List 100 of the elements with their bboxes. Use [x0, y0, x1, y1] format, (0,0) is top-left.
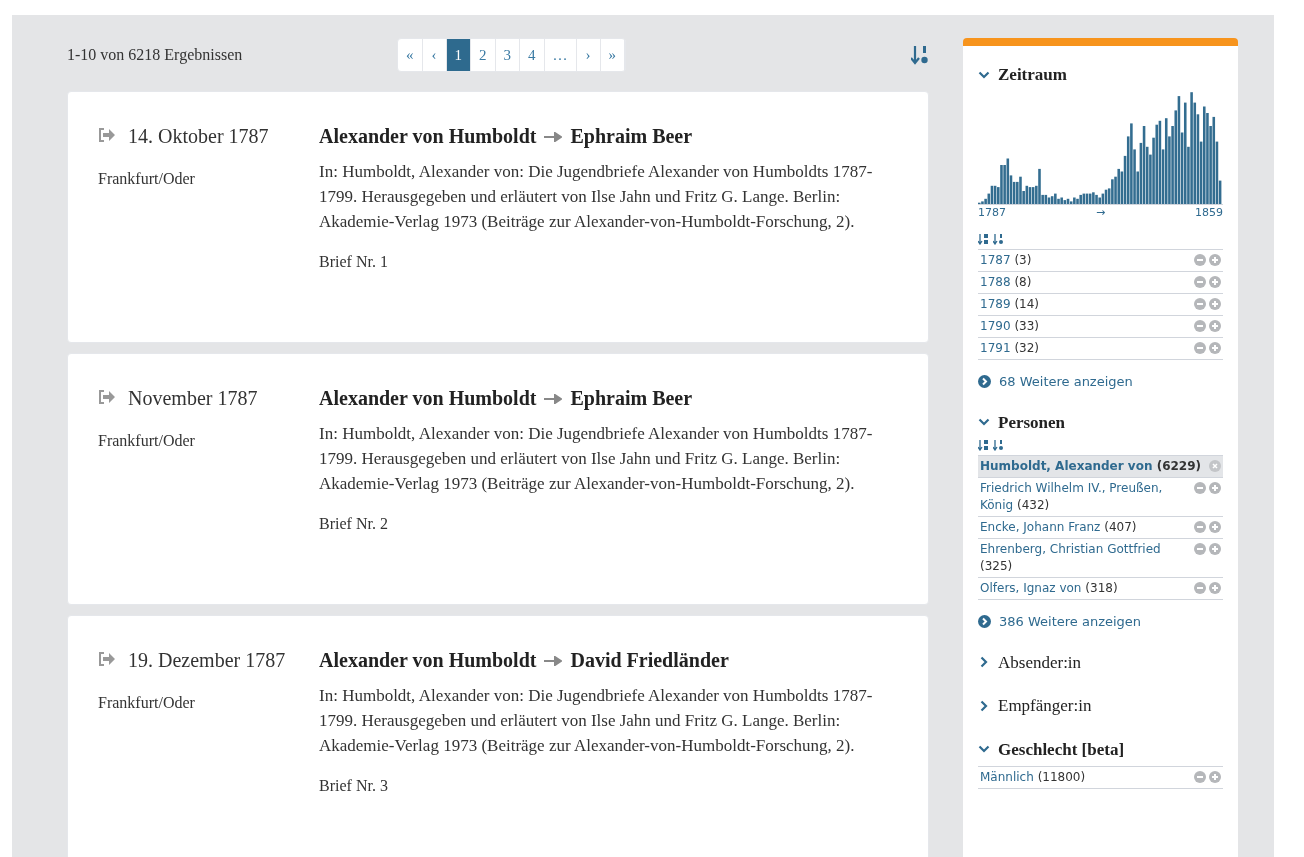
facet-item[interactable]: 1791 (32) [978, 338, 1223, 360]
facet-label: Ehrenberg, Christian Gottfried (325) [980, 541, 1162, 575]
facet-item[interactable]: 1788 (8) [978, 272, 1223, 294]
facet-label: Männlich (11800) [980, 769, 1086, 786]
plus-icon[interactable] [1209, 276, 1221, 288]
range-start: 1787 [978, 204, 1006, 221]
facet-title: Zeitraum [998, 64, 1067, 86]
facet-header[interactable]: Empfänger:in [978, 693, 1223, 719]
plus-icon[interactable] [1209, 320, 1221, 332]
facet-item[interactable]: Encke, Johann Franz (407) [978, 517, 1223, 539]
range-end: 1859 [1195, 204, 1223, 221]
letter-place: Frankfurt/Oder [98, 693, 196, 713]
minus-icon[interactable] [1194, 320, 1206, 332]
letter-number: Brief Nr. 2 [319, 514, 389, 534]
page-button[interactable]: 2 [471, 39, 496, 71]
arrow-right-icon [544, 655, 563, 666]
facet-label: Friedrich Wilhelm IV., Preußen, König (432) [980, 480, 1164, 514]
recipient-link[interactable]: Ephraim Beer [570, 122, 693, 151]
minus-icon[interactable] [1194, 254, 1206, 266]
range-arrow: → [1095, 204, 1106, 221]
facet-header[interactable]: Zeitraum [978, 62, 1223, 88]
chevron-circle-icon [978, 375, 991, 389]
results-summary: 1-10 von 6218 Ergebnissen [67, 45, 244, 66]
sign-out-icon [98, 390, 116, 404]
sign-out-icon [98, 652, 116, 666]
facet-item[interactable]: Ehrenberg, Christian Gottfried (325) [978, 539, 1223, 578]
letter-place: Frankfurt/Oder [98, 431, 196, 451]
sender-link[interactable]: Alexander von Humboldt [319, 122, 537, 151]
show-more-link[interactable]: 386 Weitere anzeigen [978, 612, 1223, 632]
plus-icon[interactable] [1209, 342, 1221, 354]
facet-label: 1790 (33) [980, 318, 1039, 335]
sender-link[interactable]: Alexander von Humboldt [319, 384, 537, 413]
sort-numeric-icon[interactable] [993, 233, 1004, 245]
sort-alpha-icon[interactable] [978, 233, 989, 245]
facet-header[interactable]: Geschlecht [beta] [978, 736, 1223, 762]
page-button[interactable]: « [398, 39, 423, 71]
facet-header[interactable]: Personen [978, 409, 1223, 435]
letter-number: Brief Nr. 3 [319, 776, 389, 796]
facet-title: Geschlecht [beta] [998, 738, 1125, 761]
letter-date: November 1787 [128, 386, 258, 411]
page-button[interactable]: … [544, 39, 577, 71]
plus-icon[interactable] [1209, 521, 1221, 533]
letter-date: 14. Oktober 1787 [128, 124, 269, 149]
plus-icon[interactable] [1209, 771, 1221, 783]
minus-icon[interactable] [1194, 276, 1206, 288]
facet-item[interactable]: 1790 (33) [978, 316, 1223, 338]
facet-item[interactable]: Humboldt, Alexander von (6229) [978, 456, 1223, 478]
page-button[interactable]: 1 [446, 39, 471, 71]
sender-link[interactable]: Alexander von Humboldt [319, 646, 537, 675]
page-button[interactable]: › [576, 39, 601, 71]
letter-place: Frankfurt/Oder [98, 169, 196, 189]
plus-icon[interactable] [1209, 582, 1221, 594]
page-button[interactable]: » [600, 39, 625, 71]
sort-numeric-icon[interactable] [993, 439, 1004, 451]
facet-item[interactable]: Olfers, Ignaz von (318) [978, 578, 1223, 600]
facet-label: Humboldt, Alexander von (6229) [980, 458, 1201, 475]
facet-item[interactable]: 1789 (14) [978, 294, 1223, 316]
sign-out-icon [98, 128, 116, 142]
minus-icon[interactable] [1194, 482, 1206, 494]
chevron-right-icon [978, 699, 990, 712]
minus-icon[interactable] [1194, 521, 1206, 533]
facet-label: 1788 (8) [980, 274, 1032, 291]
show-more-link[interactable]: 68 Weitere anzeigen [978, 372, 1223, 392]
arrow-right-icon [544, 393, 563, 404]
facet-header[interactable]: Absender:in [978, 649, 1223, 675]
facet-title: Empfänger:in [998, 695, 1092, 717]
plus-icon[interactable] [1209, 543, 1221, 555]
facet-item[interactable]: Friedrich Wilhelm IV., Preußen, König (432) [978, 478, 1223, 517]
remove-icon[interactable] [1209, 460, 1221, 472]
plus-icon[interactable] [1209, 482, 1221, 494]
plus-icon[interactable] [1209, 254, 1221, 266]
facet-label: 1787 (3) [980, 252, 1032, 269]
minus-icon[interactable] [1194, 543, 1206, 555]
letter-number: Brief Nr. 1 [319, 252, 389, 272]
recipient-link[interactable]: Ephraim Beer [570, 384, 693, 413]
plus-icon[interactable] [1209, 298, 1221, 310]
facet-item[interactable]: Männlich (11800) [978, 767, 1223, 789]
minus-icon[interactable] [1194, 771, 1206, 783]
sort-icon[interactable] [911, 45, 929, 65]
facet-label: Olfers, Ignaz von (318) [980, 580, 1118, 597]
chevron-circle-icon [978, 615, 991, 629]
recipient-link[interactable]: David Friedländer [570, 646, 729, 675]
page-button[interactable]: 4 [520, 39, 545, 71]
facet-title: Personen [998, 411, 1066, 434]
arrow-right-icon [544, 131, 563, 142]
letter-date: 19. Dezember 1787 [128, 648, 286, 673]
sort-alpha-icon[interactable] [978, 439, 989, 451]
facet-item[interactable]: 1787 (3) [978, 250, 1223, 272]
minus-icon[interactable] [1194, 582, 1206, 594]
facet-label: 1791 (32) [980, 340, 1039, 357]
facet-label: Encke, Johann Franz (407) [980, 519, 1137, 536]
chevron-right-icon [978, 656, 990, 669]
source-text: In: Humboldt, Alexander von: Die Jugendbriefe Alexander von Humboldts 1787-1799. Herausgegeben und erläutert von Ilse Jahn und Fritz G. Lange. Berlin: Akademie-Verlag 1973 (Beiträge zur Alexander-von-Humboldt-Forschung, 2). [319, 161, 874, 233]
page-button[interactable]: 3 [495, 39, 520, 71]
source-text: In: Humboldt, Alexander von: Die Jugendbriefe Alexander von Humboldts 1787-1799. Herausgegeben und erläutert von Ilse Jahn und Fritz G. Lange. Berlin: Akademie-Verlag 1973 (Beiträge zur Alexander-von-Humboldt-Forschung, 2). [319, 423, 874, 495]
facet-label: 1789 (14) [980, 296, 1039, 313]
source-text: In: Humboldt, Alexander von: Die Jugendbriefe Alexander von Humboldts 1787-1799. Herausgegeben und erläutert von Ilse Jahn und Fritz G. Lange. Berlin: Akademie-Verlag 1973 (Beiträge zur Alexander-von-Humboldt-Forschung, 2). [319, 685, 874, 757]
minus-icon[interactable] [1194, 298, 1206, 310]
page-button[interactable]: ‹ [422, 39, 447, 71]
minus-icon[interactable] [1194, 342, 1206, 354]
